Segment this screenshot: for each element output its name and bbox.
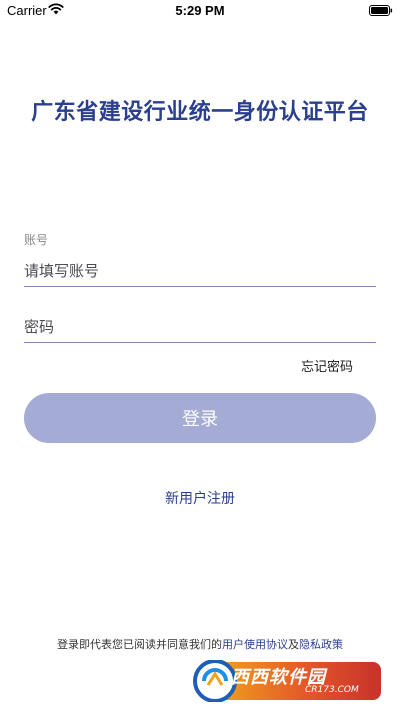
watermark-logo: 西西软件园 CR173.COM xyxy=(193,660,383,702)
watermark-site: CR173.COM xyxy=(305,685,359,695)
account-caption: 账号 xyxy=(24,233,49,247)
password-input[interactable] xyxy=(24,312,376,343)
register-link[interactable]: 新用户注册 xyxy=(0,488,400,508)
clock: 5:29 PM xyxy=(175,3,225,18)
user-agreement-link[interactable]: 用户使用协议 xyxy=(222,638,288,651)
battery-icon xyxy=(369,5,393,16)
login-button[interactable]: 登录 xyxy=(24,393,376,443)
status-bar: Carrier 5:29 PM xyxy=(0,0,400,22)
agreement-and: 及 xyxy=(288,638,299,651)
agreement-text: 登录即代表您已阅读并同意我们的用户使用协议及隐私政策 xyxy=(0,636,400,652)
forgot-password-link[interactable]: 忘记密码 xyxy=(301,356,353,375)
privacy-policy-link[interactable]: 隐私政策 xyxy=(299,638,343,651)
agreement-prefix: 登录即代表您已阅读并同意我们的 xyxy=(57,638,222,651)
page-title: 广东省建设行业统一身份认证平台 xyxy=(31,100,369,125)
account-input[interactable] xyxy=(24,256,376,287)
